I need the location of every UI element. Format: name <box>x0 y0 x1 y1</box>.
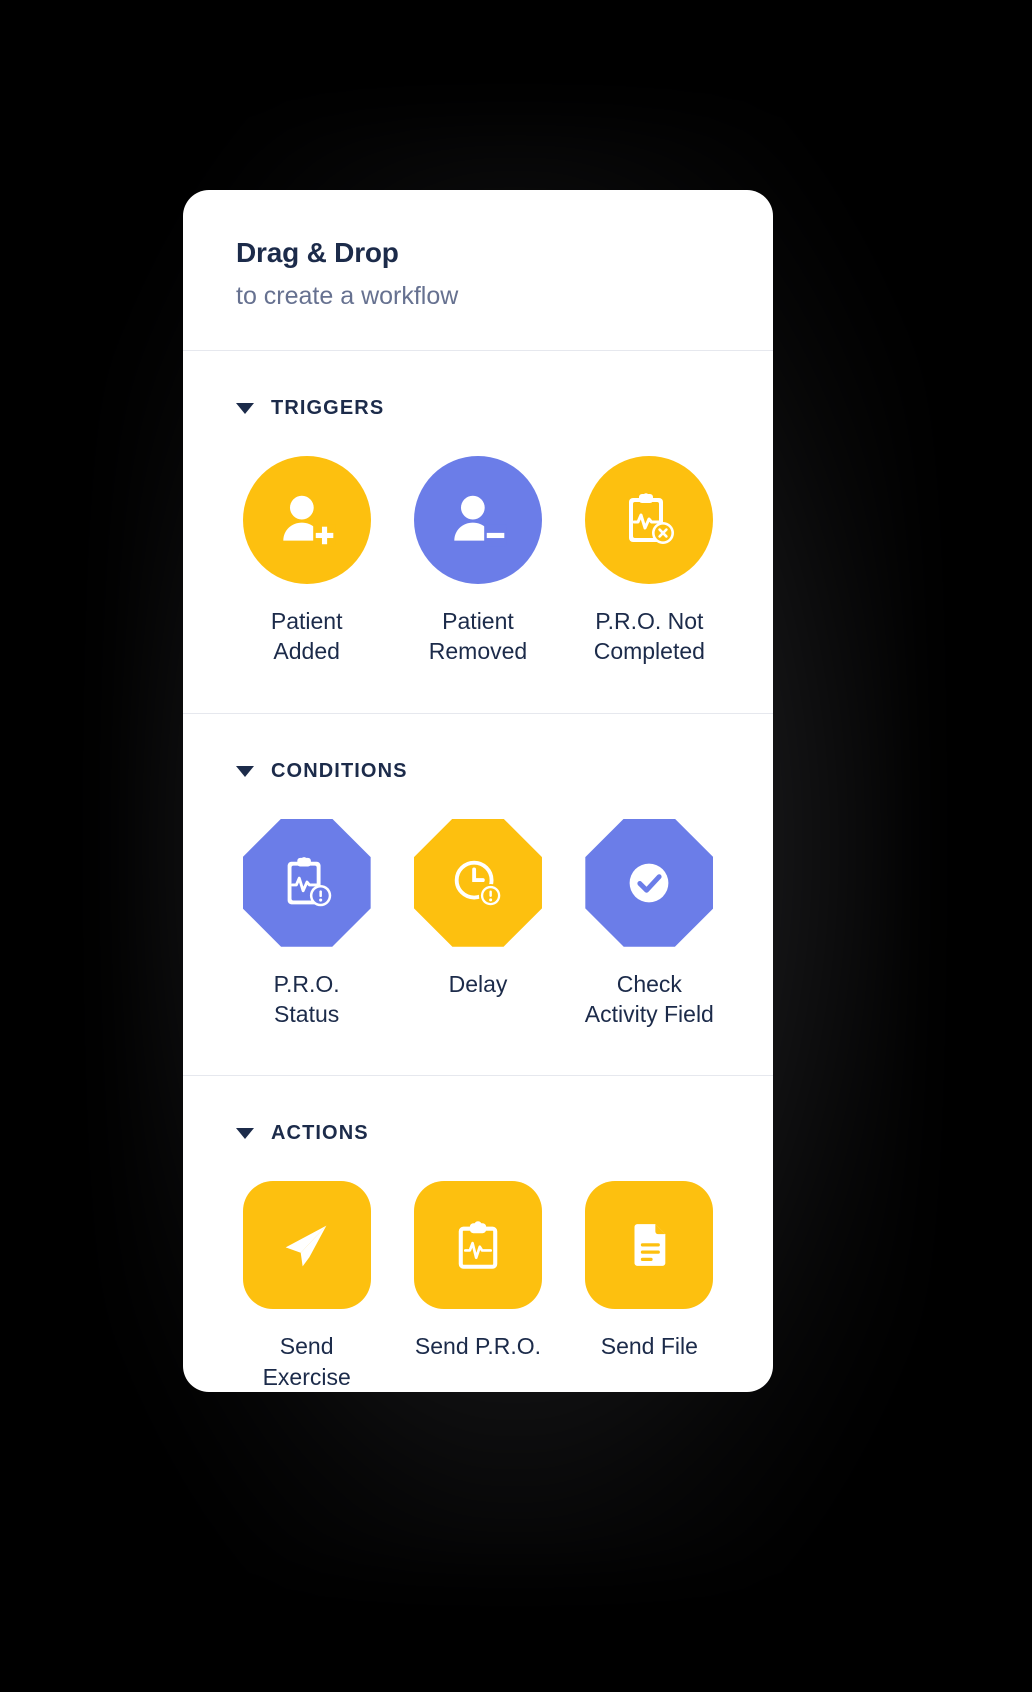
label-line-1: Delay <box>448 970 508 997</box>
page-title: Drag & Drop <box>236 237 399 268</box>
palette-item-send-pro[interactable]: Send P.R.O. <box>392 1181 563 1392</box>
chevron-down-icon[interactable] <box>236 403 254 414</box>
actions-grid: Send Exercise Send P.R.O. Send File <box>183 1181 773 1392</box>
palette-item-label: Check Activity Field <box>585 969 714 1030</box>
section-header-triggers[interactable]: TRIGGERS <box>183 397 773 420</box>
clipboard-pulse-alert-icon <box>287 856 331 906</box>
palette-item-label: Patient Removed <box>429 606 527 667</box>
label-line-1: P.R.O. Not <box>595 608 704 634</box>
palette-item-delay[interactable]: Delay <box>392 818 563 1030</box>
label-line-2: Added <box>273 638 340 665</box>
section-title-triggers: TRIGGERS <box>271 397 385 419</box>
palette-item-send-exercise[interactable]: Send Exercise <box>221 1181 392 1392</box>
label-line-1: Send <box>279 1333 334 1360</box>
label-line-1: Patient <box>442 608 514 634</box>
clipboard-pulse-icon <box>458 1221 498 1270</box>
palette-item-patient-removed[interactable]: Patient Removed <box>392 456 563 667</box>
label-line-1: Send File <box>600 1333 698 1360</box>
check-circle-icon <box>629 863 669 903</box>
clipboard-pulse-x-icon <box>629 493 675 544</box>
palette-item-label: P.R.O. Status <box>274 969 340 1030</box>
palette-item-label: Delay <box>449 969 508 999</box>
send-pro-shape[interactable] <box>413 1181 542 1310</box>
section-title-actions: ACTIONS <box>271 1122 369 1145</box>
section-conditions: CONDITIONS P.R.O. Status Delay Check Act… <box>183 714 773 1030</box>
triggers-grid: Patient Added Patient Removed P.R.O. Not… <box>183 456 773 667</box>
palette-item-check-activity-field[interactable]: Check Activity Field <box>564 818 735 1030</box>
section-header-actions[interactable]: ACTIONS <box>183 1122 773 1145</box>
pro-not-completed-shape[interactable] <box>585 456 714 584</box>
paper-plane-icon <box>285 1226 327 1267</box>
clock-alert-icon <box>454 860 503 907</box>
label-line-1: Send P.R.O. <box>414 1333 542 1360</box>
spacer-conditions <box>183 1029 773 1075</box>
label-line-1: Check <box>616 970 682 997</box>
palette-item-patient-added[interactable]: Patient Added <box>221 456 392 667</box>
palette-item-label: Patient Added <box>271 606 343 667</box>
workflow-palette-card: Drag & Drop to create a workflow TRIGGER… <box>183 190 773 1392</box>
palette-item-label: Send File <box>601 1331 698 1361</box>
person-add-icon <box>282 495 336 547</box>
check-activity-field-shape[interactable] <box>585 818 714 947</box>
conditions-grid: P.R.O. Status Delay Check Activity Field <box>183 818 773 1030</box>
label-line-2: Removed <box>428 638 528 665</box>
delay-shape[interactable] <box>413 818 542 947</box>
chevron-down-icon[interactable] <box>236 1128 254 1140</box>
label-line-2: Activity Field <box>584 1001 714 1028</box>
section-actions: ACTIONS Send Exercise Send P.R.O. Send F… <box>183 1076 773 1392</box>
label-line-2: Completed <box>593 638 705 665</box>
palette-item-pro-status[interactable]: P.R.O. Status <box>221 818 392 1030</box>
patient-added-shape[interactable] <box>242 456 371 584</box>
palette-item-pro-not-completed[interactable]: P.R.O. Not Completed <box>564 456 735 667</box>
spacer-triggers <box>183 667 773 713</box>
app-root: Drag & Drop to create a workflow TRIGGER… <box>0 0 1032 1692</box>
pro-status-shape[interactable] <box>242 818 371 947</box>
section-header-conditions[interactable]: CONDITIONS <box>183 760 773 783</box>
page-subtitle: to create a workflow <box>236 281 459 310</box>
label-line-1: Patient <box>270 608 343 634</box>
card-header: Drag & Drop to create a workflow <box>183 190 773 350</box>
palette-item-label: Send Exercise <box>263 1331 351 1392</box>
chevron-down-icon[interactable] <box>236 765 254 777</box>
label-line-1: P.R.O. <box>273 970 340 997</box>
patient-removed-shape[interactable] <box>413 456 542 584</box>
palette-item-label: P.R.O. Not Completed <box>594 606 705 667</box>
send-exercise-shape[interactable] <box>242 1181 371 1310</box>
label-line-2: Exercise <box>262 1363 351 1390</box>
palette-item-send-file[interactable]: Send File <box>564 1181 735 1392</box>
palette-item-label: Send P.R.O. <box>415 1331 541 1361</box>
person-remove-icon <box>454 495 507 547</box>
send-file-shape[interactable] <box>585 1181 714 1310</box>
section-title-conditions: CONDITIONS <box>271 759 408 782</box>
section-triggers: TRIGGERS Patient Added Patient Removed P… <box>183 351 773 667</box>
document-icon <box>634 1224 666 1267</box>
label-line-2: Status <box>274 1001 340 1028</box>
